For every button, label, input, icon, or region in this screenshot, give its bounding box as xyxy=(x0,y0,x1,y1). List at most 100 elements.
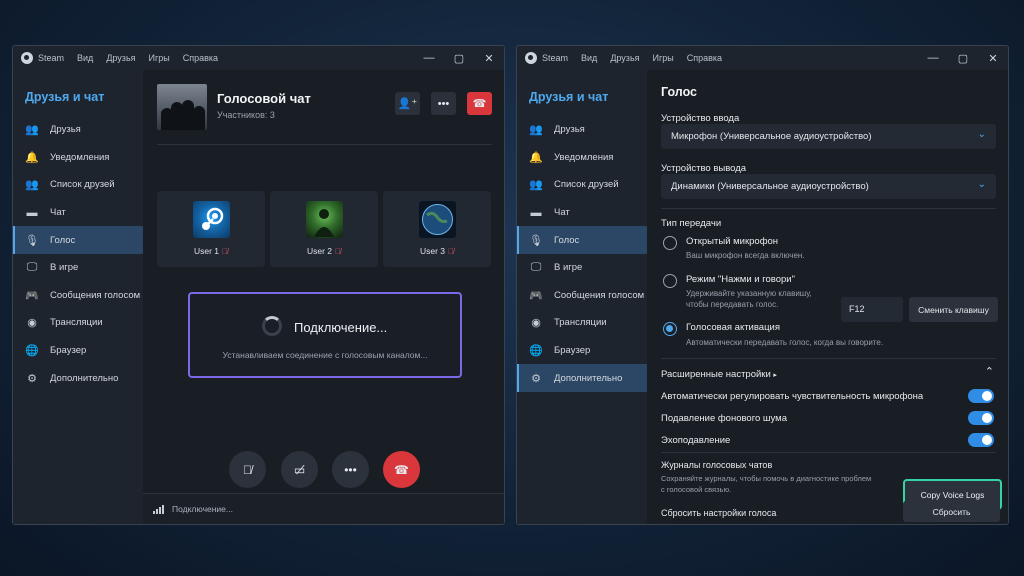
advanced-settings-toggle[interactable]: Расширенные настройки ▸ xyxy=(661,369,777,380)
more-icon: ••• xyxy=(437,97,450,110)
open-mic-radio[interactable] xyxy=(663,236,677,250)
sidebar-item-browser[interactable]: 🌐 Браузер xyxy=(13,337,143,365)
friends-icon: 👥 xyxy=(25,124,39,137)
output-device-label: Устройство вывода xyxy=(661,163,747,174)
sidebar-item-chat[interactable]: ▬ Чат xyxy=(517,199,647,227)
hangup-icon: ☎ xyxy=(472,98,487,110)
sidebar-item-label: Чат xyxy=(50,207,66,219)
menu-view[interactable]: Вид xyxy=(581,53,597,63)
change-key-button[interactable]: Сменить клавишу xyxy=(909,297,998,322)
menu-games[interactable]: Игры xyxy=(149,53,170,63)
group-avatar xyxy=(157,84,207,130)
menu-games[interactable]: Игры xyxy=(653,53,674,63)
ptt-key-field[interactable]: F12 xyxy=(841,297,903,322)
settings-main: Голос Устройство ввода Микрофон (Универс… xyxy=(647,70,1008,524)
signal-icon xyxy=(153,504,164,514)
sidebar-item-label: Список друзей xyxy=(554,179,619,191)
monitor-icon: 🖵 xyxy=(530,261,542,274)
sidebar-item-friends[interactable]: 👥 Друзья xyxy=(13,116,143,144)
menu-help[interactable]: Справка xyxy=(183,53,218,63)
menu-help[interactable]: Справка xyxy=(687,53,722,63)
sidebar-item-voice[interactable]: 🎙 Голос xyxy=(13,226,143,254)
sidebar-item-label: Браузер xyxy=(50,345,87,357)
maximize-icon[interactable]: ▢ xyxy=(948,52,978,65)
user-name: User 2 xyxy=(306,246,333,256)
user-name: User 1 xyxy=(193,246,220,256)
echo-cancel-toggle[interactable] xyxy=(968,433,994,447)
sidebar-item-in-game[interactable]: 🖵 В игре xyxy=(13,254,143,282)
output-device-select[interactable]: Динамики (Универсальное аудиоустройство)… xyxy=(661,174,996,199)
sidebar-item-advanced[interactable]: ⚙ Дополнительно xyxy=(517,364,647,392)
input-device-select[interactable]: Микрофон (Универсальное аудиоустройство)… xyxy=(661,124,996,149)
input-device-label: Устройство ввода xyxy=(661,113,740,124)
user-name: User 3 xyxy=(419,246,446,256)
close-icon[interactable]: ✕ xyxy=(978,52,1008,65)
sidebar: Друзья и чат 👥 Друзья 🔔 Уведомления 👥 Списо… xyxy=(517,70,647,524)
green-figure-avatar xyxy=(306,201,343,238)
open-mic-label: Открытый микрофон xyxy=(686,236,779,247)
input-device-value: Микрофон (Универсальное аудиоустройство) xyxy=(671,131,872,142)
mute-mic-button[interactable]: 🎙̸ xyxy=(229,451,266,488)
steam-logo-icon xyxy=(525,52,537,64)
sidebar-item-notifications[interactable]: 🔔 Уведомления xyxy=(517,144,647,172)
sidebar-item-broadcasts[interactable]: ◉ Трансляции xyxy=(517,309,647,337)
gamepad-icon: 🎮 xyxy=(529,289,543,302)
reset-button-label: Сбросить xyxy=(932,506,971,517)
status-bar: Подключение... xyxy=(143,493,504,524)
add-user-icon: 👤⁺ xyxy=(397,98,418,110)
divider xyxy=(661,452,996,453)
voice-settings-window: Steam Вид Друзья Игры Справка — ▢ ✕ Друз… xyxy=(516,45,1009,525)
camera-off-icon: ▭̸ xyxy=(293,462,306,477)
sidebar-item-in-game[interactable]: 🖵 В игре xyxy=(517,254,647,282)
menu-steam[interactable]: Steam xyxy=(542,53,568,63)
sidebar-item-voice-messages[interactable]: 🎮 Сообщения голосом xyxy=(13,282,143,310)
transmit-type-label: Тип передачи xyxy=(661,218,722,229)
hangup-button[interactable]: ☎ xyxy=(467,92,492,115)
sidebar-item-browser[interactable]: 🌐 Браузер xyxy=(517,337,647,365)
voice-activation-radio[interactable] xyxy=(663,322,677,336)
end-call-button[interactable]: ☎ xyxy=(383,451,420,488)
add-user-button[interactable]: 👤⁺ xyxy=(395,92,420,115)
noise-suppression-label: Подавление фонового шума xyxy=(661,413,787,424)
camera-off-button[interactable]: ▭̸ xyxy=(281,451,318,488)
reset-button[interactable]: Сбросить xyxy=(903,501,1000,522)
chat-icon: ▬ xyxy=(530,206,542,219)
menu-view[interactable]: Вид xyxy=(77,53,93,63)
sidebar-item-advanced[interactable]: ⚙ Дополнительно xyxy=(13,364,143,392)
maximize-icon[interactable]: ▢ xyxy=(444,52,474,65)
user-card[interactable]: User 2 🎙̸ xyxy=(270,191,378,267)
sidebar-item-chat[interactable]: ▬ Чат xyxy=(13,199,143,227)
menu-steam[interactable]: Steam xyxy=(38,53,64,63)
sidebar-item-label: Трансляции xyxy=(50,317,103,329)
sidebar-item-label: Уведомления xyxy=(554,151,614,163)
minimize-icon[interactable]: — xyxy=(414,52,444,64)
chevron-up-icon[interactable]: ⌃ xyxy=(985,365,994,378)
minimize-icon[interactable]: — xyxy=(918,52,948,64)
user-card[interactable]: User 1 🎙̸ xyxy=(157,191,265,267)
divider xyxy=(157,144,492,145)
user-card[interactable]: User 3 🎙̸ xyxy=(383,191,491,267)
sidebar-item-friends[interactable]: 👥 Друзья xyxy=(517,116,647,144)
sidebar-item-notifications[interactable]: 🔔 Уведомления xyxy=(13,144,143,172)
sidebar-item-voice[interactable]: 🎙 Голос xyxy=(517,226,647,254)
close-icon[interactable]: ✕ xyxy=(474,52,504,65)
gear-icon: ⚙ xyxy=(531,372,541,385)
more-button[interactable]: ••• xyxy=(431,92,456,115)
sidebar-item-friends-list[interactable]: 👥 Список друзей xyxy=(13,171,143,199)
sidebar-item-label: Трансляции xyxy=(554,317,607,329)
chat-header: Голосовой чат Участников: 3 👤⁺ ••• ☎ xyxy=(157,84,492,132)
noise-suppression-toggle[interactable] xyxy=(968,411,994,425)
push-to-talk-radio[interactable] xyxy=(663,274,677,288)
sidebar-item-broadcasts[interactable]: ◉ Трансляции xyxy=(13,309,143,337)
auto-gain-label: Автоматически регулировать чувствительно… xyxy=(661,391,924,402)
sidebar-title: Друзья и чат xyxy=(25,90,105,104)
sidebar-item-friends-list[interactable]: 👥 Список друзей xyxy=(517,171,647,199)
menu-friends[interactable]: Друзья xyxy=(106,53,135,63)
more-options-button[interactable]: ••• xyxy=(332,451,369,488)
more-icon: ••• xyxy=(344,462,357,477)
auto-gain-toggle[interactable] xyxy=(968,389,994,403)
sidebar-item-voice-messages[interactable]: 🎮 Сообщения голосом xyxy=(517,282,647,310)
participants-count: Участников: 3 xyxy=(217,110,275,120)
menu-friends[interactable]: Друзья xyxy=(610,53,639,63)
page-title: Голос xyxy=(661,85,697,99)
